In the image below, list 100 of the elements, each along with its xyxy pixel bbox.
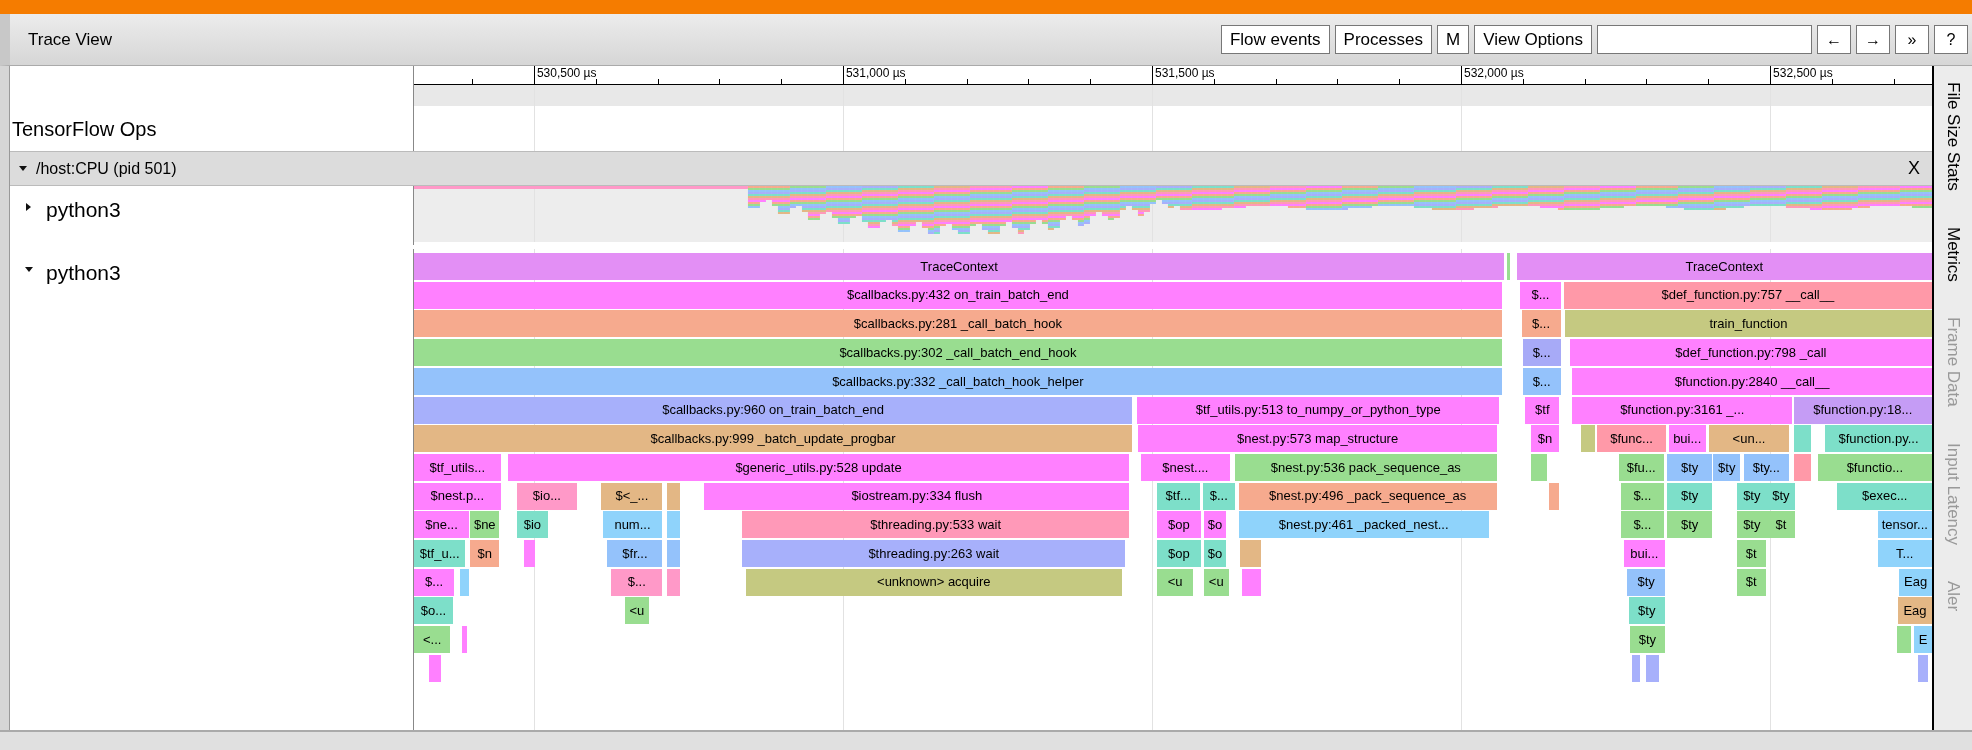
- trace-slice[interactable]: E: [1914, 626, 1932, 654]
- toolbar-button[interactable]: M: [1436, 25, 1470, 54]
- trace-slice[interactable]: $...: [611, 568, 663, 596]
- trace-slice[interactable]: $function.py...: [1825, 425, 1932, 453]
- trace-slice[interactable]: [1896, 626, 1911, 654]
- trace-slice[interactable]: TraceContext: [1516, 253, 1932, 280]
- nav-button[interactable]: →: [1856, 25, 1890, 54]
- trace-slice[interactable]: $...: [1621, 482, 1664, 510]
- trace-slice[interactable]: $ty...: [1744, 453, 1789, 481]
- trace-slice[interactable]: $ty: [1766, 482, 1795, 510]
- trace-slice[interactable]: <unknown> acquire: [745, 568, 1122, 596]
- trace-slice[interactable]: $callbacks.py:332 _call_batch_hook_helper: [414, 367, 1502, 395]
- nav-button[interactable]: »: [1895, 25, 1929, 54]
- trace-slice[interactable]: $ne...: [414, 511, 469, 539]
- trace-slice[interactable]: TraceContext: [414, 253, 1505, 280]
- trace-slice[interactable]: $fu...: [1618, 453, 1664, 481]
- trace-slice[interactable]: [428, 654, 442, 682]
- toolbar-button[interactable]: Processes: [1334, 25, 1432, 54]
- trace-slice[interactable]: $op: [1156, 511, 1201, 539]
- trace-slice[interactable]: $...: [1522, 339, 1561, 367]
- trace-slice[interactable]: $functio...: [1817, 453, 1932, 481]
- trace-slice[interactable]: $ty: [1713, 453, 1741, 481]
- trace-slice[interactable]: $nest.py:461 _packed_nest...: [1238, 511, 1489, 539]
- trace-slice[interactable]: [667, 482, 681, 510]
- trace-slice[interactable]: $ty: [1667, 482, 1712, 510]
- trace-slice[interactable]: $io: [516, 511, 549, 539]
- trace-slice[interactable]: $...: [1521, 310, 1561, 338]
- trace-slice[interactable]: $ty: [1629, 626, 1665, 654]
- trace-slice[interactable]: bui...: [1623, 540, 1665, 567]
- trace-slice[interactable]: $nest.py:496 _pack_sequence_as: [1238, 482, 1497, 510]
- trace-slice[interactable]: $callbacks.py:281 _call_batch_hook: [414, 310, 1502, 338]
- trace-slice[interactable]: $...: [1202, 482, 1235, 510]
- trace-slice[interactable]: $tf_utils...: [414, 453, 501, 481]
- trace-slice[interactable]: $nest.py:573 map_structure: [1138, 425, 1497, 453]
- trace-slice[interactable]: $callbacks.py:999 _batch_update_progbar: [414, 425, 1133, 453]
- side-tab[interactable]: Metrics: [1940, 226, 1966, 282]
- trace-slice[interactable]: $tf...: [1156, 482, 1200, 510]
- trace-slice[interactable]: Eag: [1899, 568, 1932, 596]
- trace-slice[interactable]: num...: [602, 511, 663, 539]
- trace-slice[interactable]: [1631, 654, 1641, 682]
- trace-slice[interactable]: <u: [1203, 568, 1229, 596]
- trace-slice[interactable]: $nest....: [1140, 453, 1230, 481]
- trace-slice[interactable]: [524, 540, 536, 567]
- trace-slice[interactable]: $ty: [1667, 453, 1712, 481]
- trace-slice[interactable]: [1918, 654, 1928, 682]
- trace-slice[interactable]: $fr...: [607, 540, 663, 567]
- trace-slice[interactable]: $n: [1530, 425, 1560, 453]
- trace-slice[interactable]: [1549, 482, 1560, 510]
- trace-slice[interactable]: $callbacks.py:302 _call_batch_end_hook: [414, 339, 1502, 367]
- trace-slice[interactable]: $def_function.py:798 _call: [1569, 339, 1932, 367]
- trace-slice[interactable]: $exec...: [1837, 482, 1932, 510]
- trace-slice[interactable]: $nest.py:536 pack_sequence_as: [1234, 453, 1497, 481]
- trace-slice[interactable]: [1793, 453, 1811, 481]
- trace-slice[interactable]: [1646, 654, 1659, 682]
- trace-slice[interactable]: $o...: [414, 597, 453, 625]
- trace-slice[interactable]: $function.py:3161 _...: [1572, 396, 1793, 424]
- trace-slice[interactable]: $<_...: [601, 482, 663, 510]
- trace-slice[interactable]: $t: [1766, 511, 1795, 539]
- trace-slice[interactable]: $op: [1156, 540, 1201, 567]
- trace-slice[interactable]: $ty: [1736, 482, 1767, 510]
- trace-slice[interactable]: [1530, 453, 1547, 481]
- trace-slice[interactable]: $ty: [1736, 511, 1767, 539]
- trace-slice[interactable]: train_function: [1564, 310, 1932, 338]
- trace-slice[interactable]: $callbacks.py:960 on_train_batch_end: [414, 396, 1133, 424]
- trace-slice[interactable]: [667, 568, 681, 596]
- trace-slice[interactable]: $ne: [470, 511, 500, 539]
- trace-slice[interactable]: [1580, 425, 1595, 453]
- trace-slice[interactable]: $...: [1522, 367, 1561, 395]
- trace-slice[interactable]: [667, 540, 681, 567]
- trace-slice[interactable]: <u: [624, 597, 649, 625]
- trace-slice[interactable]: $threading.py:533 wait: [742, 511, 1130, 539]
- trace-slice[interactable]: $ty: [1628, 597, 1665, 625]
- trace-slice[interactable]: <u: [1156, 568, 1194, 596]
- toolbar-button[interactable]: Flow events: [1220, 25, 1330, 54]
- trace-slice[interactable]: $function.py:2840 __call__: [1572, 367, 1932, 395]
- trace-slice[interactable]: $io...: [516, 482, 578, 510]
- trace-slice[interactable]: $n: [470, 540, 500, 567]
- trace-slice[interactable]: $ty: [1627, 568, 1665, 596]
- trace-slice[interactable]: $nest.p...: [414, 482, 501, 510]
- nav-button[interactable]: ?: [1934, 25, 1968, 54]
- trace-slice[interactable]: T...: [1877, 540, 1932, 567]
- trace-slice[interactable]: $ty: [1667, 511, 1712, 539]
- trace-slice[interactable]: [1793, 425, 1811, 453]
- trace-slice[interactable]: $threading.py:263 wait: [742, 540, 1126, 567]
- trace-slice[interactable]: $callbacks.py:432 on_train_batch_end: [414, 281, 1502, 309]
- trace-slice[interactable]: <...: [414, 626, 451, 654]
- trace-slice[interactable]: [1241, 568, 1262, 596]
- trace-slice[interactable]: $generic_utils.py:528 update: [507, 453, 1130, 481]
- trace-slice[interactable]: $t: [1736, 540, 1766, 567]
- process-header[interactable]: /host:CPU (pid 501) X: [10, 151, 1932, 186]
- trace-slice[interactable]: bui...: [1668, 425, 1706, 453]
- trace-slice[interactable]: Eag: [1898, 597, 1932, 625]
- trace-slice[interactable]: [1240, 540, 1262, 567]
- trace-slice[interactable]: [459, 568, 469, 596]
- trace-slice[interactable]: $tf_utils.py:513 to_numpy_or_python_type: [1137, 396, 1500, 424]
- trace-slice[interactable]: $o: [1203, 511, 1227, 539]
- trace-slice[interactable]: $function.py:18...: [1793, 396, 1932, 424]
- trace-slice[interactable]: $...: [414, 568, 455, 596]
- nav-button[interactable]: ←: [1817, 25, 1851, 54]
- trace-slice[interactable]: [1506, 253, 1511, 280]
